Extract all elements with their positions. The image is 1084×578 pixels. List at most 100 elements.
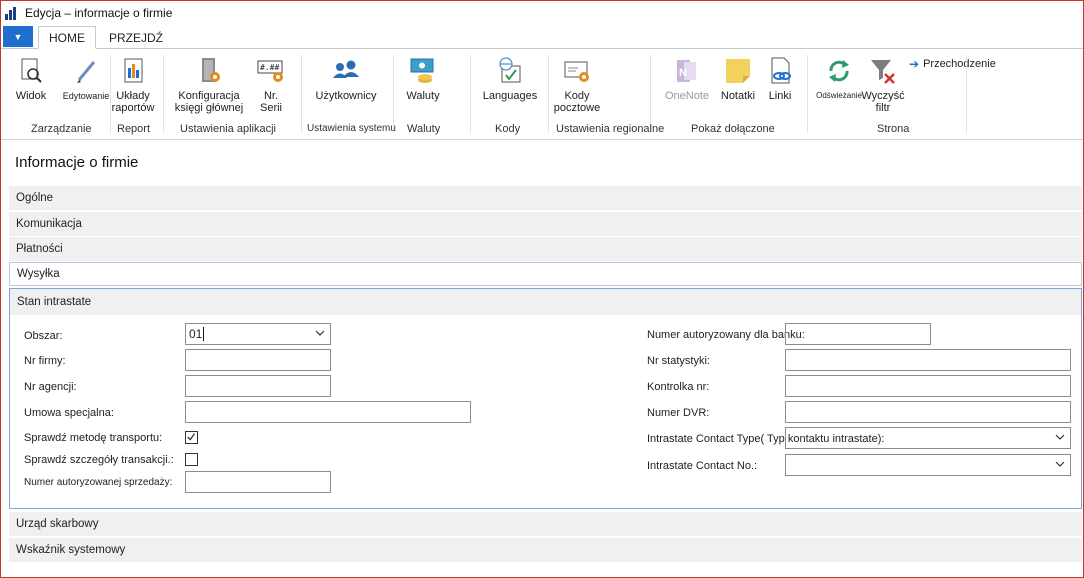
widok-button[interactable]: Widok (13, 56, 49, 102)
sprawdz-szczegoly-checkbox[interactable] (185, 453, 198, 466)
odswiezanie-button[interactable]: Odświeżanie (813, 56, 865, 102)
edytowanie-label: Edytowanie (62, 91, 110, 101)
pencil-icon (77, 61, 96, 83)
wyczysc-label-1: Wyczyść (861, 90, 905, 102)
fasttab-wskaznik-systemowy[interactable]: Wskaźnik systemowy (9, 538, 1082, 562)
app-menu-button[interactable]: ▼ (3, 26, 33, 47)
nr-serii-label-1: Nr. (263, 90, 279, 102)
title-bar: Edycja – informacje o firmie (1, 1, 1083, 25)
numer-aut-banku-label: Numer autoryzowany dla banku: (647, 329, 805, 341)
nr-statystyki-field[interactable] (785, 349, 1071, 371)
obszar-value: 01 (189, 327, 203, 341)
uklady-label-2: raportów (111, 102, 155, 114)
fasttab-platnosci[interactable]: Płatności (9, 237, 1082, 261)
waluty-button[interactable]: Waluty (401, 56, 445, 102)
sprawdz-metode-label: Sprawdź metodę transportu: (24, 432, 163, 444)
obszar-select[interactable]: 01 (185, 323, 331, 345)
chevron-down-icon (1055, 461, 1065, 467)
ledger-gear-icon (202, 58, 220, 82)
group-label-pokaz-dolaczone: Pokaż dołączone (691, 123, 775, 135)
group-label-ustawienia-systemu: Ustawienia systemu (307, 123, 396, 134)
umowa-specjalna-field[interactable] (185, 401, 471, 423)
fasttab-stan-intrastate[interactable]: Stan intrastate (10, 289, 1081, 315)
contact-no-select[interactable] (785, 454, 1071, 476)
ribbon-separator (163, 55, 164, 133)
wyczysc-label-2: filtr (875, 102, 891, 114)
svg-text:N: N (679, 67, 687, 79)
kontrolka-field[interactable] (785, 375, 1071, 397)
ribbon-separator (966, 55, 967, 133)
linki-button[interactable]: Linki (761, 56, 799, 102)
notatki-button[interactable]: Notatki (716, 56, 760, 102)
nr-agencji-label: Nr agencji: (24, 381, 77, 393)
nr-firmy-field[interactable] (185, 349, 331, 371)
fasttab-komunikacja[interactable]: Komunikacja (9, 212, 1082, 236)
kody-pocztowe-button[interactable]: Kody pocztowe (552, 56, 602, 114)
group-label-kody: Kody (495, 123, 521, 135)
nr-statystyki-label: Nr statystyki: (647, 355, 710, 367)
nr-agencji-field[interactable] (185, 375, 331, 397)
chevron-down-icon (1055, 434, 1065, 440)
onenote-label: OneNote (664, 90, 710, 102)
ribbon: Widok Edytowanie Układy raportów Konfigu… (1, 48, 1083, 140)
kody-label-2: pocztowe (553, 102, 601, 114)
checkmark-icon (187, 433, 195, 441)
group-label-ustawienia-regionalne: Ustawienia regionalne (556, 123, 665, 135)
fasttab-wysylka[interactable]: Wysyłka (9, 262, 1082, 286)
postal-code-gear-icon (564, 61, 589, 82)
przechodzenie-button[interactable]: ➔ Przechodzenie (909, 57, 996, 71)
numer-dvr-field[interactable] (785, 401, 1071, 423)
ribbon-separator (470, 55, 471, 133)
numer-aut-banku-field[interactable] (785, 323, 931, 345)
fasttab-wysylka-label: Wysyłka (17, 268, 60, 280)
section-stan-intrastate: Stan intrastate Obszar: 01 Nr firmy: Nr … (9, 288, 1082, 509)
tab-home-label: HOME (49, 30, 85, 45)
uzytkownicy-button[interactable]: Użytkownicy (310, 56, 382, 102)
fasttab-urzad-skarbowy[interactable]: Urząd skarbowy (9, 512, 1082, 536)
languages-globe-icon (499, 57, 521, 83)
users-icon (333, 60, 359, 78)
group-label-ustawienia-aplikacji: Ustawienia aplikacji (180, 123, 276, 135)
uklady-raportow-button[interactable]: Układy raportów (110, 56, 156, 114)
obszar-label: Obszar: (24, 330, 63, 342)
ribbon-separator (548, 55, 549, 133)
fasttab-ogolne[interactable]: Ogólne (9, 186, 1082, 210)
tab-home[interactable]: HOME (38, 26, 96, 49)
fasttab-urzad-label: Urząd skarbowy (16, 518, 99, 530)
umowa-specjalna-label: Umowa specjalna: (24, 407, 114, 419)
przechodzenie-label: Przechodzenie (923, 58, 996, 70)
view-page-icon (21, 58, 42, 83)
svg-text:#.##: #.## (260, 63, 279, 72)
kontrolka-label: Kontrolka nr: (647, 381, 710, 393)
link-icon (771, 57, 791, 84)
nr-serii-button[interactable]: #.## Nr. Serii (252, 56, 290, 114)
report-layout-icon (124, 58, 143, 83)
tab-przejdz[interactable]: PRZEJDŹ (99, 26, 173, 49)
ribbon-separator (301, 55, 302, 133)
konfiguracja-ksiegi-button[interactable]: Konfiguracja księgi głównej (171, 56, 247, 114)
konfiguracja-label-1: Konfiguracja (178, 90, 240, 102)
contact-type-select[interactable] (785, 427, 1071, 449)
refresh-icon (829, 60, 849, 82)
onenote-icon: N (677, 60, 696, 82)
sprawdz-metode-checkbox[interactable] (185, 431, 198, 444)
numer-dvr-label: Numer DVR: (647, 407, 710, 419)
window-title: Edycja – informacje o firmie (25, 6, 173, 20)
odswiezanie-label: Odświeżanie (816, 91, 862, 100)
numer-aut-sprzedazy-field[interactable] (185, 471, 331, 493)
wyczysc-filtr-button[interactable]: Wyczyść filtr (859, 56, 907, 114)
uklady-label-1: Układy (116, 90, 150, 102)
konfiguracja-label-2: księgi głównej (174, 102, 244, 114)
fasttab-komunikacja-label: Komunikacja (16, 218, 82, 230)
arrow-right-icon: ➔ (909, 57, 920, 71)
nr-firmy-label: Nr firmy: (24, 355, 66, 367)
ribbon-separator (393, 55, 394, 133)
edytowanie-button[interactable]: Edytowanie (59, 56, 113, 102)
languages-button[interactable]: Languages (479, 56, 541, 102)
onenote-button[interactable]: N OneNote (660, 56, 714, 102)
ribbon-separator (650, 55, 651, 133)
fasttab-ogolne-label: Ogólne (16, 192, 54, 204)
app-window: Edycja – informacje o firmie ▼ HOME PRZE… (0, 0, 1084, 578)
kody-label-1: Kody (564, 90, 590, 102)
group-label-waluty: Waluty (407, 123, 441, 135)
